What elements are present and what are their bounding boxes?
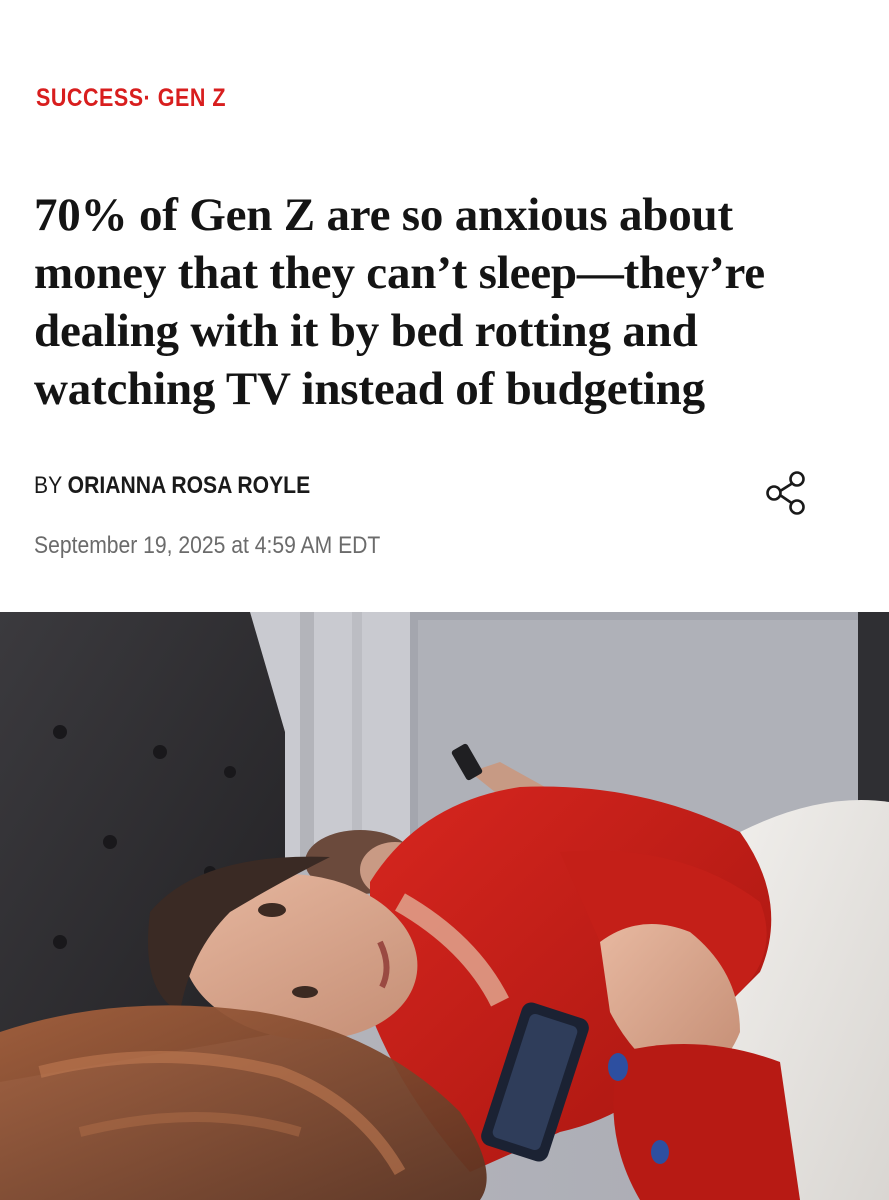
share-button[interactable] — [762, 468, 812, 518]
hero-photo-illustration — [0, 612, 889, 1200]
article-page: SUCCESS· GEN Z 70% of Gen Z are so anxio… — [0, 0, 889, 1200]
byline: BY ORIANNA ROSA ROYLE — [34, 472, 310, 500]
byline-prefix: BY — [34, 472, 62, 499]
section-link[interactable]: SUCCESS — [36, 84, 144, 112]
article-headline: 70% of Gen Z are so anxious about money … — [34, 189, 765, 415]
section-tag: SUCCESS· GEN Z — [36, 84, 226, 113]
share-icon — [766, 471, 805, 515]
author-link[interactable]: ORIANNA ROSA ROYLE — [68, 472, 311, 499]
topic-link[interactable]: GEN Z — [158, 84, 226, 112]
publish-date: September 19, 2025 at 4:59 AM EDT — [34, 532, 381, 559]
section-separator: · — [143, 84, 152, 112]
article-hero-image — [0, 612, 889, 1200]
